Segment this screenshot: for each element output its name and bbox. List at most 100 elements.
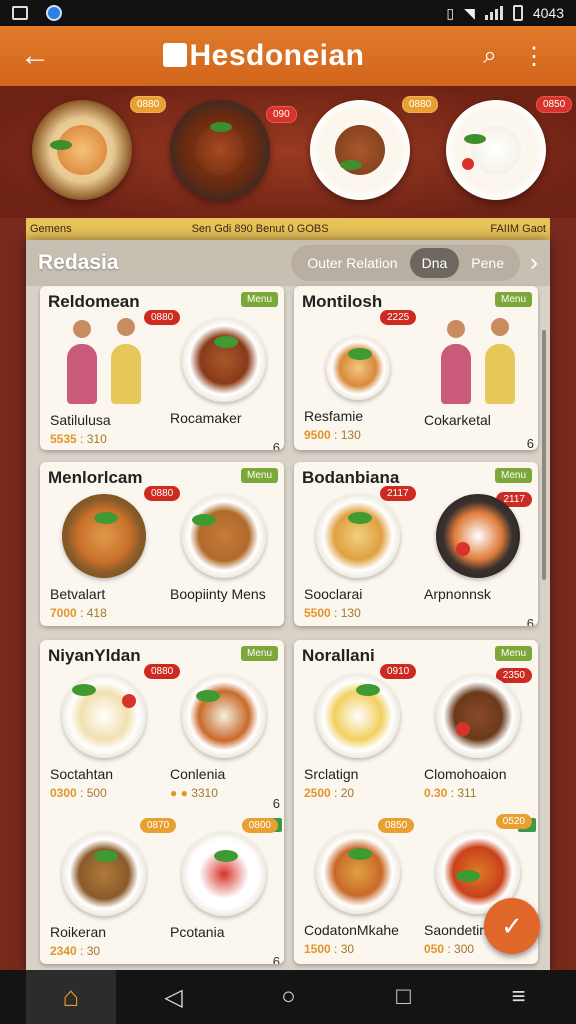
search-icon[interactable]: ⌕ bbox=[468, 42, 512, 70]
banner-tag: 0880 bbox=[130, 96, 167, 113]
strip-right: FAIIM Gaot bbox=[490, 223, 546, 235]
dish-name: Resfamie bbox=[304, 408, 364, 424]
restaurant-card[interactable]: Menlorlcam Menu 0880 Betvalart 7000 : 41… bbox=[40, 462, 284, 626]
banner-tag: 090 bbox=[266, 106, 297, 123]
dish-price: 2500 : 20 bbox=[304, 786, 355, 800]
dish-item[interactable]: Arpnonnsk 6 bbox=[418, 494, 538, 626]
banner-dish-3[interactable] bbox=[310, 100, 410, 200]
clock: 4043 bbox=[532, 5, 564, 21]
dish-qty: 6 bbox=[526, 616, 534, 626]
people-illustration bbox=[433, 314, 523, 404]
card-title: Bodanbiana bbox=[302, 468, 400, 487]
strip-left: Gemens bbox=[30, 223, 72, 235]
banner-dish-1[interactable] bbox=[32, 100, 132, 200]
restaurant-card[interactable]: NiyanYldan Menu 0880 Soctahtan 0300 : 50… bbox=[40, 640, 284, 964]
banner-tag: 0850 bbox=[536, 96, 573, 113]
dish-name: Boopiinty Mens bbox=[170, 586, 266, 602]
vibrate-icon: ▯ bbox=[446, 4, 455, 21]
app-title: Hesdoneian bbox=[60, 39, 468, 73]
dish-name: Satilulusa bbox=[50, 412, 111, 428]
screenshot-icon bbox=[12, 6, 28, 20]
chevron-right-icon[interactable]: › bbox=[530, 249, 538, 277]
price-tag: 0520 bbox=[495, 814, 532, 829]
card-title: Norallani bbox=[302, 646, 375, 665]
dish-qty: 6 bbox=[526, 436, 534, 450]
banner-tag: 0880 bbox=[402, 96, 439, 113]
card-title: NiyanYldan bbox=[48, 646, 141, 665]
dish-price: 1500 : 30 bbox=[304, 942, 355, 956]
panel-heading: Redasia bbox=[38, 251, 119, 274]
dish-name: Sooclarai bbox=[304, 586, 363, 602]
menu-badge[interactable]: Menu bbox=[494, 292, 532, 307]
dish-name: Soctahtan bbox=[50, 766, 114, 782]
dish-qty: 6 bbox=[272, 954, 280, 964]
panel-header: Redasia Outer Relation Dna Pene › bbox=[26, 240, 550, 286]
restaurant-panel: Redasia Outer Relation Dna Pene › Reldom… bbox=[26, 240, 550, 970]
tab-bar: Outer Relation Dna Pene bbox=[291, 245, 520, 281]
dish-item[interactable]: Betvalart 7000 : 418 bbox=[44, 494, 164, 620]
dish-item[interactable]: Sooclarai 5500 : 130 bbox=[298, 494, 418, 620]
home-icon: ⌂ bbox=[62, 981, 80, 1012]
menu-badge[interactable]: Menu bbox=[240, 646, 278, 661]
menu-badge[interactable]: Menu bbox=[494, 646, 532, 661]
dish-name: Cokarketal bbox=[424, 412, 491, 428]
banner-dish-2[interactable] bbox=[170, 100, 270, 200]
dish-item[interactable]: Clomohoaion 0.30 : 311 bbox=[418, 674, 538, 832]
dish-item[interactable]: Rocamaker 6 bbox=[164, 318, 284, 450]
dish-name: Betvalart bbox=[50, 586, 106, 602]
collapse-fab[interactable]: ✓ bbox=[484, 898, 540, 954]
menu-icon[interactable]: ≡ bbox=[461, 983, 576, 1011]
dish-item[interactable]: Boopiinty Mens bbox=[164, 494, 284, 602]
tab-outer-relation[interactable]: Outer Relation bbox=[295, 248, 409, 278]
dish-name: Srclatign bbox=[304, 766, 359, 782]
dish-price: 5535 : 310 bbox=[50, 432, 107, 446]
info-strip: Gemens Sen Gdi 890 Benut 0 GOBS FAIIM Ga… bbox=[26, 218, 550, 240]
tab-dna[interactable]: Dna bbox=[409, 248, 460, 278]
menu-badge[interactable]: Menu bbox=[240, 468, 278, 483]
dish-name: Clomohoaion bbox=[424, 766, 507, 782]
dish-name: Pcotania bbox=[170, 924, 225, 940]
notification-icon bbox=[46, 5, 62, 21]
back-icon[interactable]: ◁ bbox=[116, 983, 231, 1012]
dish-item[interactable]: Cokarketal 6 bbox=[418, 314, 538, 450]
dish-price: ● ● 3310 bbox=[170, 786, 218, 800]
price-tag: 0870 bbox=[140, 818, 177, 833]
restaurant-card[interactable]: Bodanbiana Menu 2117 2117 Sooclarai 5500… bbox=[294, 462, 538, 626]
dish-name: Rocamaker bbox=[170, 410, 242, 426]
dish-item[interactable]: Pcotania 6 bbox=[164, 832, 284, 964]
dish-name: CodatonMkahe bbox=[304, 922, 399, 938]
more-vert-icon[interactable]: ⋮ bbox=[512, 42, 556, 71]
dish-price: 0300 : 500 bbox=[50, 786, 107, 800]
menu-badge[interactable]: Menu bbox=[240, 292, 278, 307]
restaurant-card[interactable]: Reldomean Menu 0880 Satilulusa 5535 : 31… bbox=[40, 286, 284, 450]
dish-name: Conlenia bbox=[170, 766, 226, 782]
logo-icon bbox=[163, 43, 188, 67]
dish-item[interactable]: Resfamie 9500 : 130 bbox=[298, 336, 418, 442]
dish-item[interactable]: Srclatign 2500 : 20 bbox=[298, 674, 418, 800]
dish-item[interactable]: Soctahtan 0300 : 500 bbox=[44, 674, 164, 800]
scrollbar[interactable] bbox=[542, 330, 546, 580]
dish-qty: 6 bbox=[272, 440, 280, 450]
card-title: Montilosh bbox=[302, 292, 383, 311]
back-arrow-icon[interactable]: ← bbox=[20, 39, 60, 73]
home-tab[interactable]: ⌂ bbox=[26, 970, 116, 1024]
system-nav-bar: ⌂ ◁ ○ □ ≡ bbox=[0, 970, 576, 1024]
dish-item[interactable]: Roikeran 2340 : 30 bbox=[44, 832, 164, 958]
card-title: Reldomean bbox=[48, 292, 140, 311]
dish-item[interactable]: Satilulusa 5535 : 310 bbox=[44, 314, 164, 446]
banner-dish-4[interactable] bbox=[446, 100, 546, 200]
menu-badge[interactable]: Menu bbox=[494, 468, 532, 483]
dish-item[interactable]: CodatonMkahe 1500 : 30 bbox=[298, 830, 418, 956]
dish-name: Arpnonnsk bbox=[424, 586, 491, 602]
home-circle-icon[interactable]: ○ bbox=[231, 983, 346, 1011]
battery-icon bbox=[512, 5, 523, 21]
dish-item[interactable]: Conlenia ● ● 3310 6 bbox=[164, 674, 284, 832]
price-tag: 0800 bbox=[241, 818, 278, 833]
check-icon: ✓ bbox=[501, 911, 523, 941]
signal-icon bbox=[484, 6, 503, 20]
status-bar: ▯ ◥ 4043 bbox=[0, 0, 576, 26]
dish-qty: 6 bbox=[272, 796, 280, 811]
recents-icon[interactable]: □ bbox=[346, 983, 461, 1011]
tab-pene[interactable]: Pene bbox=[459, 248, 516, 278]
restaurant-card[interactable]: Montilosh Menu 2225 Resfamie 9500 : 130 … bbox=[294, 286, 538, 450]
